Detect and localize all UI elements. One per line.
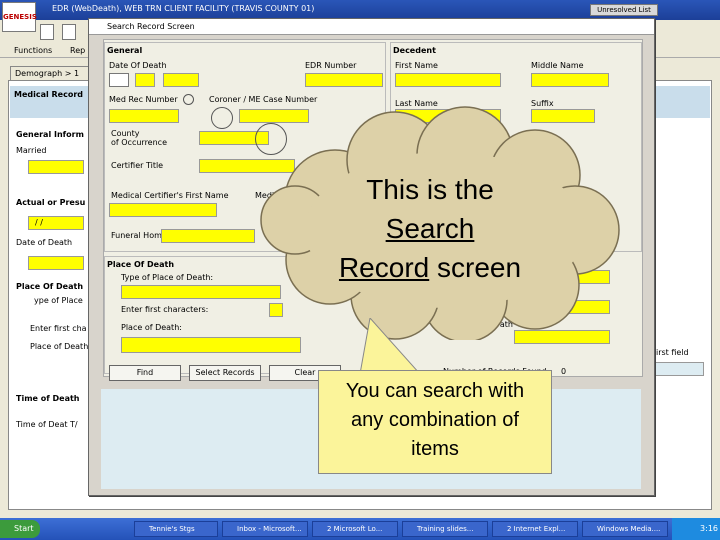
date-year-field[interactable] <box>163 73 199 87</box>
genesis-logo: GENESIS <box>2 2 37 32</box>
note-callout-pointer <box>360 318 420 374</box>
select-records-button[interactable]: Select Records <box>189 365 261 381</box>
med-rec-radio[interactable] <box>183 94 194 105</box>
new-document-icon[interactable] <box>40 24 54 40</box>
place-of-death-header: Place Of Death <box>107 260 175 269</box>
find-button[interactable]: Find <box>109 365 181 381</box>
task-button-4[interactable]: Training slides... <box>402 521 488 537</box>
dialog-title-bar: Search Record Screen <box>89 19 654 35</box>
task-button-5[interactable]: 2 Internet Expl... <box>492 521 578 537</box>
date-of-death-label-bg: Date of Death <box>16 238 73 247</box>
cloud-callout-text: This is the Search Record screen <box>300 170 560 287</box>
tool-icon[interactable] <box>62 24 76 40</box>
note-line-2: any combination of <box>351 409 519 431</box>
place-of-death-2-label-bg: Place of Death <box>30 342 89 351</box>
unresolved-list-button[interactable]: Unresolved List <box>590 4 658 16</box>
actual-presumed-label: Actual or Presu <box>16 198 86 207</box>
cloud-screen-word: screen <box>429 252 522 283</box>
cloud-search-word: Search <box>385 213 475 244</box>
type-of-place-label: Type of Place of Death: <box>121 273 214 282</box>
cloud-line-2: Search <box>300 209 560 248</box>
county-occurrence-label: of Occurrence <box>111 138 167 147</box>
coroner-radio[interactable] <box>211 107 233 129</box>
time-of-death-label-bg: Time of Death <box>16 394 80 403</box>
certifier-title-label: Certifier Title <box>111 161 164 170</box>
edr-number-label: EDR Number <box>305 61 357 70</box>
actual-date-field[interactable]: / / <box>28 216 84 230</box>
note-line-3: items <box>411 438 459 460</box>
general-header: General <box>107 46 143 55</box>
tab-demographic[interactable]: Demograph > 1 <box>10 66 94 80</box>
date-of-death-field-bg[interactable] <box>28 256 84 270</box>
cloud-record-word: Record <box>338 252 430 283</box>
place-of-death-label: Place of Death: <box>121 323 182 332</box>
enter-first-label-bg: Enter first cha <box>30 324 87 333</box>
med-rec-number-field[interactable] <box>109 109 179 123</box>
married-field[interactable] <box>28 160 84 174</box>
medical-record-label: Medical Record <box>14 90 84 99</box>
type-place-label-bg: ype of Place <box>34 296 83 305</box>
enter-first-chars-label: Enter first characters: <box>121 305 209 314</box>
task-button-3[interactable]: 2 Microsoft Lo... <box>312 521 398 537</box>
med-certifier-first-label: Medical Certifier's First Name <box>111 191 229 200</box>
records-found-value: 0 <box>561 367 567 376</box>
start-button[interactable]: Start <box>0 520 40 538</box>
dialog-title: Search Record Screen <box>107 22 195 31</box>
date-day-field[interactable] <box>135 73 155 87</box>
actual-date-slashes: / / <box>35 218 43 227</box>
note-line-1: You can search with <box>345 380 525 402</box>
tab-demographic-label: Demograph > 1 <box>15 69 80 78</box>
county-label: County <box>111 129 140 138</box>
task-button-2[interactable]: Inbox - Microsoft... <box>222 521 308 537</box>
date-month-field[interactable] <box>109 73 129 87</box>
date-of-death-label: Date Of Death <box>109 61 167 70</box>
med-certifier-first-field[interactable] <box>109 203 217 217</box>
middle-name-label: Middle Name <box>531 61 584 70</box>
app-title: EDR (WebDeath), WEB TRN CLIENT FACILITY … <box>52 4 315 13</box>
time-of-death-2-label-bg: Time of Deat T/ <box>16 420 78 429</box>
menu-item-functions[interactable]: Functions <box>14 46 52 55</box>
first-name-field[interactable] <box>395 73 501 87</box>
edr-number-field[interactable] <box>305 73 383 87</box>
decedent-header: Decedent <box>393 46 436 55</box>
first-name-label: First Name <box>395 61 438 70</box>
task-button-6[interactable]: Windows Media.... <box>582 521 668 537</box>
middle-name-field[interactable] <box>531 73 609 87</box>
menu-item-reports[interactable]: Rep <box>70 46 85 55</box>
cloud-line-3: Record screen <box>300 248 560 287</box>
cloud-line-1: This is the <box>366 174 494 205</box>
place-of-death-label-bg: Place Of Death <box>16 282 84 291</box>
funeral-home-label: Funeral Home <box>111 231 167 240</box>
married-label: Married <box>16 146 47 155</box>
med-rec-number-label: Med Rec Number <box>109 95 178 104</box>
first-field-label-bg: irst field <box>656 348 689 357</box>
task-button-1[interactable]: Tennie's Stgs <box>134 521 218 537</box>
system-clock: 3:16 <box>672 518 720 540</box>
general-info-label: General Inform <box>16 130 84 139</box>
funeral-home-field[interactable] <box>161 229 255 243</box>
note-callout: You can search with any combination of i… <box>318 370 552 474</box>
first-field-bg[interactable] <box>650 362 704 376</box>
